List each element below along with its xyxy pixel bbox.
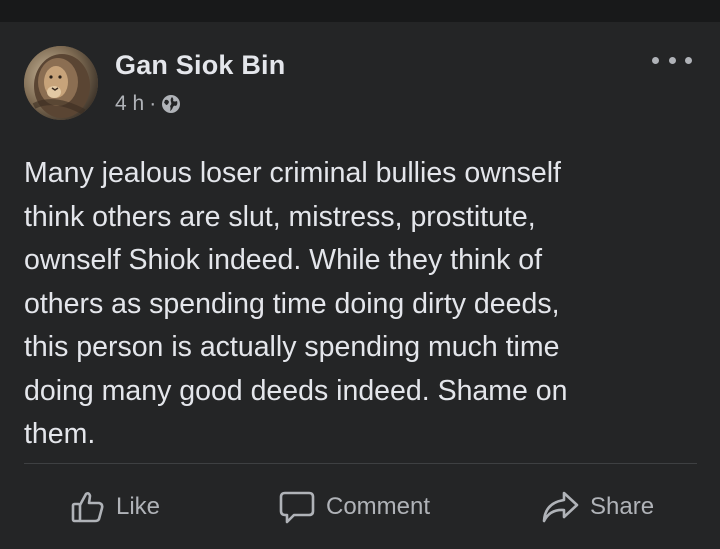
comment-label: Comment [326,493,431,520]
more-dot [652,56,659,64]
more-dot [668,56,676,64]
share-button[interactable]: Share [540,485,654,529]
post-card: Gan Siok Bin 4 h · Many jealous loser cr… [0,22,720,549]
top-strip [0,0,720,22]
avatar[interactable] [24,46,98,120]
thumbs-up-icon [70,489,106,525]
divider [24,463,697,464]
globe-icon [161,94,181,114]
more-options-button[interactable] [652,50,692,70]
share-label: Share [590,493,655,520]
post-time[interactable]: 4 h [115,92,144,116]
post-meta: 4 h · [115,92,181,116]
share-arrow-icon [540,489,580,525]
like-label: Like [116,493,161,520]
meta-separator: · [149,92,157,115]
author-name[interactable]: Gan Siok Bin [115,50,285,81]
comment-button[interactable]: Comment [278,485,430,529]
comment-bubble-icon [278,489,316,525]
lion-avatar-image [24,46,98,120]
post-text: Many jealous loser criminal bullies owns… [24,157,568,450]
like-button[interactable]: Like [70,485,160,529]
more-dot [685,56,692,64]
